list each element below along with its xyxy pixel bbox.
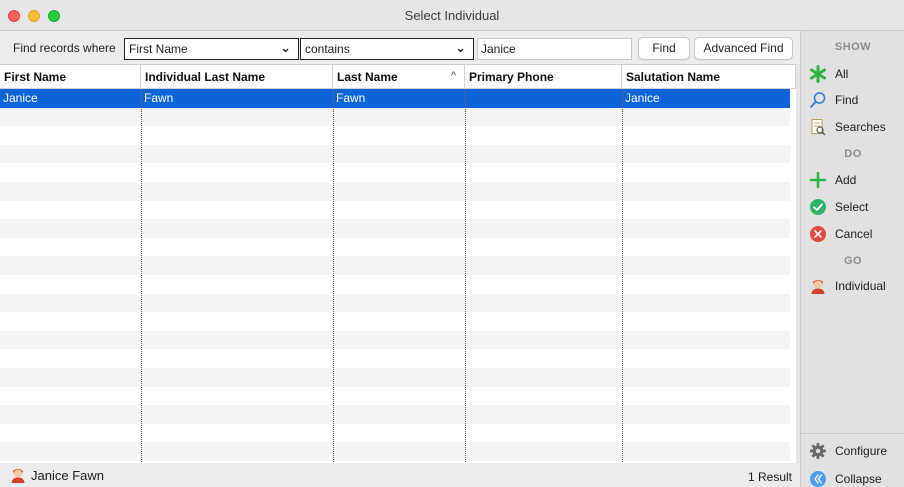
cell-last-name: Fawn xyxy=(336,91,366,105)
operator-select-value: contains xyxy=(305,42,350,56)
configure-label: Configure xyxy=(835,444,888,458)
empty-table-row xyxy=(0,182,790,201)
action-sidebar: SHOW All Find Searches DO Add Select Can… xyxy=(800,31,904,487)
go-individual-button[interactable]: Individual xyxy=(801,275,904,299)
empty-table-row xyxy=(0,256,790,275)
select-button[interactable]: Select xyxy=(801,196,904,220)
cancel-icon xyxy=(810,226,826,242)
cancel-button[interactable]: Cancel xyxy=(801,223,904,247)
asterisk-icon xyxy=(810,65,826,83)
cell-salutation-name: Janice xyxy=(625,91,660,105)
empty-table-row xyxy=(0,107,790,127)
go-heading: GO xyxy=(843,255,863,267)
chevron-down-icon: ⌄ xyxy=(280,40,291,55)
find-records-label: Find records where xyxy=(13,41,116,55)
column-divider xyxy=(333,89,334,463)
show-all-button[interactable]: All xyxy=(801,63,904,87)
empty-table-row xyxy=(0,293,790,313)
sidebar-divider xyxy=(801,433,904,434)
column-divider xyxy=(465,89,466,463)
status-bar: Janice Fawn 1 Result xyxy=(0,463,800,487)
table-header: First Name Individual Last Name Last Nam… xyxy=(0,65,798,89)
column-header-individual-last-name[interactable]: Individual Last Name xyxy=(141,65,333,89)
field-select[interactable]: First Name ⌄ xyxy=(124,38,299,60)
select-label: Select xyxy=(835,200,869,214)
find-action-button[interactable]: Find xyxy=(801,89,904,113)
advanced-find-button[interactable]: Advanced Find xyxy=(694,37,793,60)
find-button[interactable]: Find xyxy=(638,37,690,60)
find-bar: Find records where First Name ⌄ contains… xyxy=(0,31,800,64)
empty-table-row xyxy=(0,126,790,145)
person-icon xyxy=(811,279,825,294)
empty-table-row xyxy=(0,275,790,294)
column-header-primary-phone[interactable]: Primary Phone xyxy=(465,65,622,89)
table-row[interactable]: Janice Fawn Fawn Janice xyxy=(0,89,790,108)
person-icon xyxy=(11,468,25,483)
empty-table-row xyxy=(0,238,790,257)
column-header-first-name[interactable]: First Name xyxy=(0,65,141,89)
empty-table-row xyxy=(0,219,790,238)
column-divider xyxy=(141,89,142,463)
empty-table-row xyxy=(0,349,790,368)
collapse-label: Collapse xyxy=(835,472,882,486)
cancel-label: Cancel xyxy=(835,227,873,241)
checkmark-icon xyxy=(810,199,826,215)
column-divider xyxy=(622,89,623,463)
result-count: 1 Result xyxy=(747,470,792,484)
empty-table-row xyxy=(0,330,790,350)
empty-table-row xyxy=(0,387,790,406)
searches-button[interactable]: Searches xyxy=(801,116,904,140)
go-individual-label: Individual xyxy=(835,279,886,293)
magnifier-icon xyxy=(810,92,826,108)
column-header-salutation-name[interactable]: Salutation Name xyxy=(622,65,796,89)
searches-icon xyxy=(811,119,826,136)
empty-table-row xyxy=(0,163,790,182)
plus-icon xyxy=(809,171,827,189)
cell-individual-last-name: Fawn xyxy=(144,91,174,105)
results-table: First Name Individual Last Name Last Nam… xyxy=(0,64,798,463)
column-header-last-name-label: Last Name xyxy=(337,70,398,84)
empty-table-row xyxy=(0,368,790,387)
empty-table-row xyxy=(0,144,790,164)
main-panel: Find records where First Name ⌄ contains… xyxy=(0,31,800,487)
show-heading: SHOW xyxy=(834,41,872,53)
add-label: Add xyxy=(835,173,857,187)
sort-ascending-icon: ^ xyxy=(450,70,456,82)
do-heading: DO xyxy=(844,148,862,160)
selected-record-name: Janice Fawn xyxy=(31,468,104,483)
find-action-label: Find xyxy=(835,93,859,107)
collapse-icon xyxy=(810,471,826,487)
chevron-down-icon: ⌄ xyxy=(455,40,466,55)
collapse-button[interactable]: Collapse xyxy=(801,468,904,487)
title-bar: Select Individual xyxy=(0,0,904,31)
add-button[interactable]: Add xyxy=(801,169,904,193)
empty-table-row xyxy=(0,405,790,424)
search-input[interactable] xyxy=(477,38,632,60)
searches-label: Searches xyxy=(835,120,886,134)
empty-table-row xyxy=(0,312,790,331)
window-title: Select Individual xyxy=(404,8,500,23)
column-header-last-name[interactable]: Last Name ^ xyxy=(333,65,465,89)
empty-table-row xyxy=(0,424,790,443)
cell-first-name: Janice xyxy=(3,91,38,105)
empty-table-row xyxy=(0,442,790,461)
show-all-label: All xyxy=(835,67,849,81)
empty-table-row xyxy=(0,201,790,220)
field-select-value: First Name xyxy=(129,42,188,56)
gear-icon xyxy=(810,443,826,459)
configure-button[interactable]: Configure xyxy=(801,440,904,464)
operator-select[interactable]: contains ⌄ xyxy=(300,38,474,60)
